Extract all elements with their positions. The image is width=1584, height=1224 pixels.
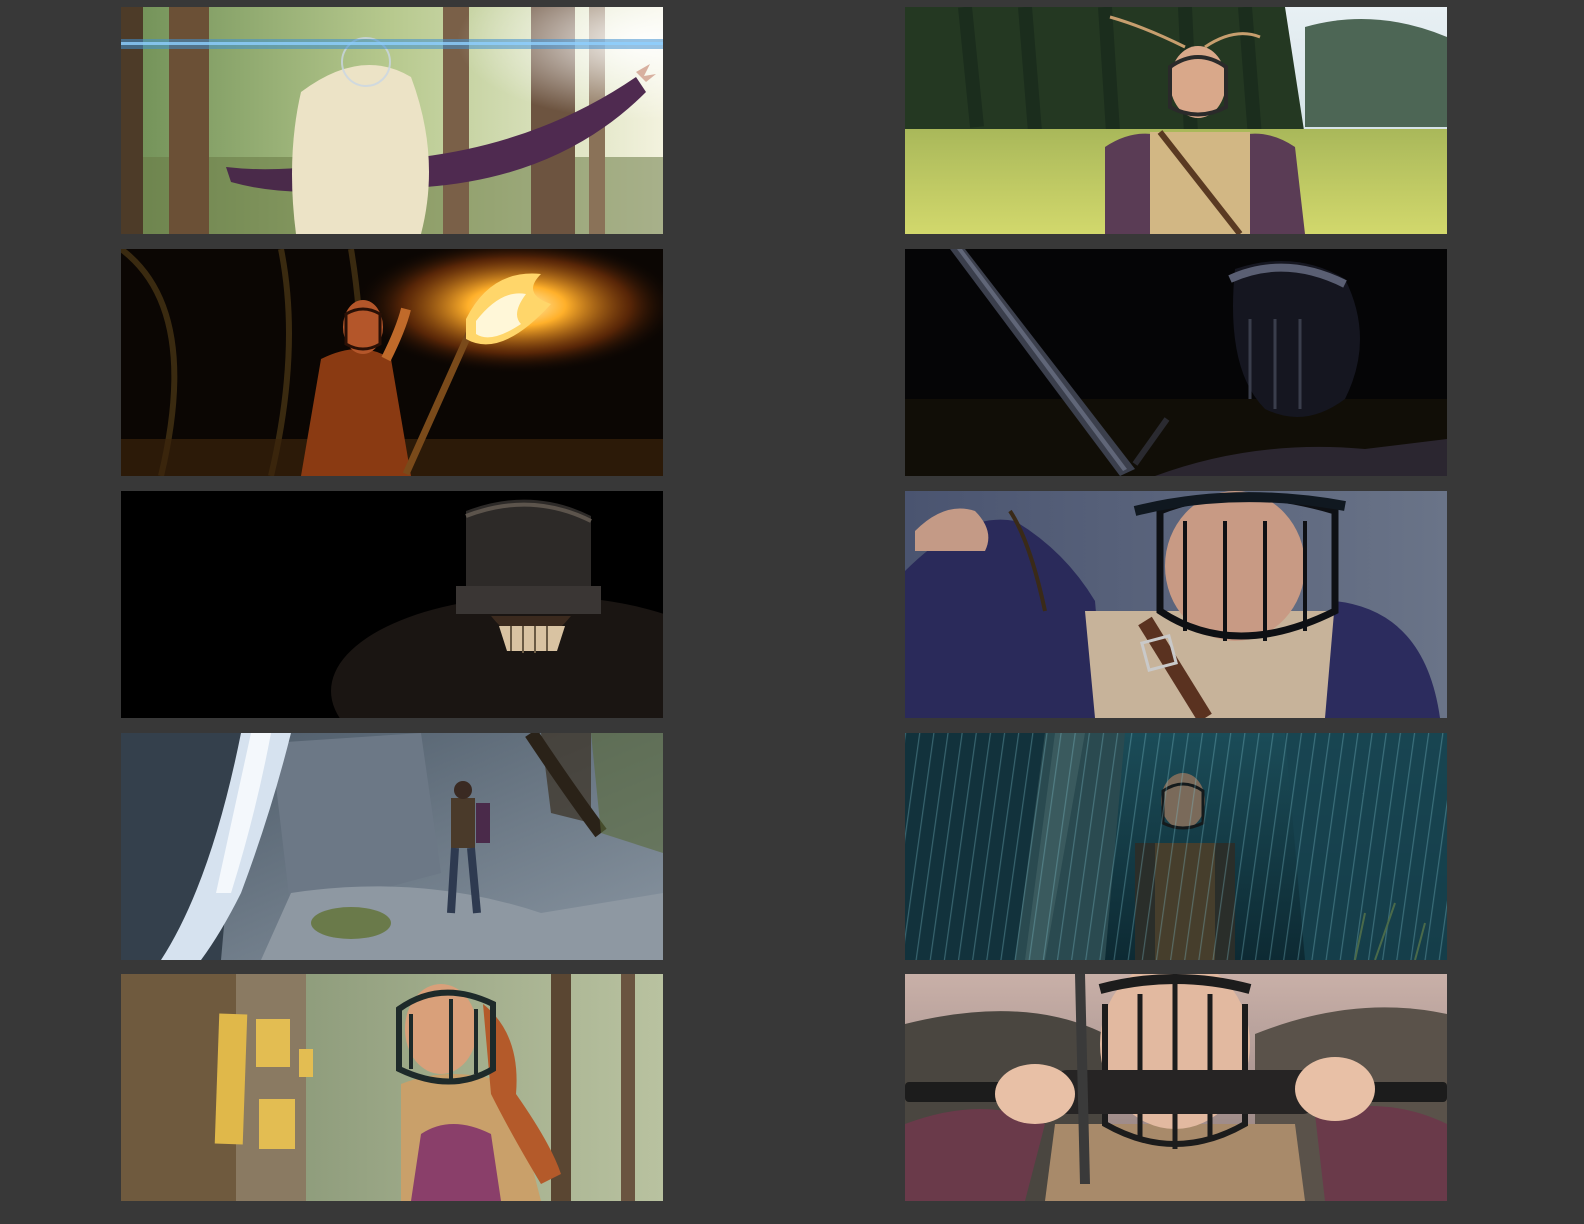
still-frame-4 [905,249,1447,476]
frame-image-5 [121,491,663,718]
still-frame-2 [905,7,1447,234]
frame-image-6 [905,491,1447,718]
frame-image-7 [121,733,663,960]
still-frame-10 [905,974,1447,1201]
frame-image-4 [905,249,1447,476]
still-frame-1 [121,7,663,234]
still-frame-5 [121,491,663,718]
frame-image-9 [121,974,663,1201]
still-frame-3 [121,249,663,476]
still-frame-6 [905,491,1447,718]
frame-image-2 [905,7,1447,234]
frame-image-8 [905,733,1447,960]
still-frame-9 [121,974,663,1201]
frame-image-10 [905,974,1447,1201]
frame-image-1 [121,7,663,234]
still-frame-7 [121,733,663,960]
frame-image-3 [121,249,663,476]
still-frame-8 [905,733,1447,960]
